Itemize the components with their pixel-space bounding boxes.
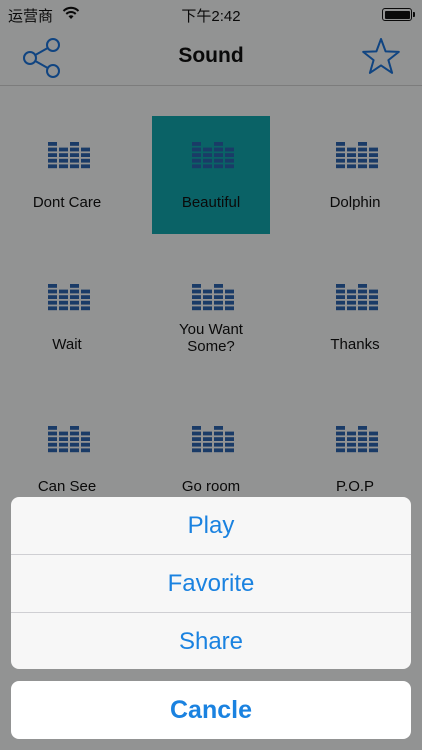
cancel-button[interactable]: Cancle — [11, 681, 411, 739]
play-button[interactable]: Play — [11, 497, 411, 555]
favorite-button[interactable]: Favorite — [11, 555, 411, 613]
share-button[interactable]: Share — [11, 613, 411, 669]
sound-screen: 运营商 下午2:42 Sound Dont Care Beautiful Dolph… — [0, 0, 422, 750]
action-sheet: Play Favorite Share — [11, 497, 411, 669]
